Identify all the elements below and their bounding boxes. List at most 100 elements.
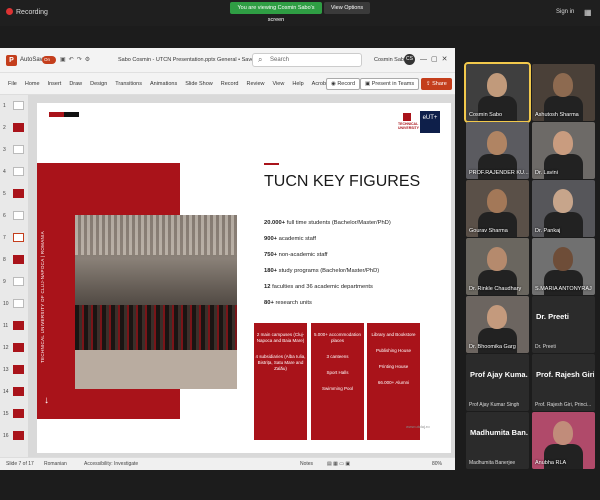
utcn-logo-text: TECHNICAL UNIVERSITY: [398, 122, 420, 130]
down-arrow-icon: ↓: [44, 395, 49, 406]
slide-red-bar: [49, 112, 64, 117]
slide-thumbnail[interactable]: 13: [3, 365, 25, 376]
info-box-line: 5.000+ accommodation places: [314, 332, 361, 343]
participant-display-name: Prof Ajay Kuma...: [470, 370, 528, 379]
menu-item[interactable]: Home: [25, 81, 40, 87]
slide-thumbnail[interactable]: 9: [3, 277, 25, 288]
menu-item[interactable]: Slide Show: [185, 81, 213, 87]
participant-tile[interactable]: Madhumita Ban... Madhumita Banerjee: [466, 412, 529, 469]
view-options-button[interactable]: View Options: [324, 2, 370, 14]
participant-tile[interactable]: Dr. Pankaj: [532, 180, 595, 237]
graduation-photo: [75, 215, 237, 389]
user-avatar[interactable]: CS: [404, 54, 415, 65]
thumbnail-preview: [13, 343, 24, 352]
slide-thumbnail[interactable]: 7: [3, 233, 25, 244]
autosave-toggle[interactable]: On: [42, 56, 56, 64]
grid-layout-icon[interactable]: ▦: [584, 8, 592, 17]
slide-thumbnail[interactable]: 5: [3, 189, 25, 200]
participant-tile[interactable]: Cosmin Sabo: [464, 62, 531, 123]
thumbnail-preview: [13, 321, 24, 330]
thumbnail-preview: [13, 409, 24, 418]
status-bar: Slide 7 of 17 Romanian Accessibility: In…: [0, 457, 455, 470]
slide-thumbnail[interactable]: 2: [3, 123, 25, 134]
thumbnail-number: 9: [3, 279, 6, 285]
vertical-university-text: TECHNICAL UNIVERSITY OF CLUJ-NAPOCA | RO…: [40, 231, 45, 363]
participant-display-name: Prof. Rajesh Giri...: [536, 370, 594, 379]
slide-thumbnail[interactable]: 1: [3, 101, 25, 112]
key-figure: 20.000+ full time students (Bachelor/Mas…: [264, 220, 391, 226]
slide-thumbnail[interactable]: 15: [3, 409, 25, 420]
key-figure: 900+ academic staff: [264, 236, 316, 242]
notes-button[interactable]: Notes: [300, 461, 313, 467]
participant-tile[interactable]: Dr. Bhoomika Garg: [466, 296, 529, 353]
view-buttons[interactable]: ▤ ▦ ▭ ▣: [327, 461, 350, 467]
key-figure: 180+ study programs (Bachelor/Master/PhD…: [264, 268, 379, 274]
info-box-line: Publishing House: [375, 348, 412, 353]
search-box[interactable]: ⌕ Search: [252, 53, 362, 67]
participant-tile[interactable]: Dr. Preeti Dr. Preeti: [532, 296, 595, 353]
language-indicator[interactable]: Romanian: [44, 461, 67, 467]
slide-thumbnail[interactable]: 4: [3, 167, 25, 178]
participant-tile[interactable]: Dr. Rinkle Chaudhary: [466, 238, 529, 295]
info-box: 5.000+ accommodation places 3 canteens Spo…: [311, 323, 364, 440]
participant-face: [487, 73, 507, 97]
menu-item[interactable]: Draw: [69, 81, 82, 87]
record-button[interactable]: ◉ Record: [326, 78, 361, 90]
sign-in-link[interactable]: Sign in: [556, 9, 574, 15]
participant-tile[interactable]: Gourav Sharma: [466, 180, 529, 237]
powerpoint-window: P AutoSave On ▣↶↷⚙ Sabo Cosmin - UTCN Pr…: [0, 48, 455, 470]
current-slide[interactable]: TECHNICAL UNIVERSITY eUT+ TECHNICAL UNIV…: [37, 103, 451, 453]
slide-thumbnail[interactable]: 14: [3, 387, 25, 398]
menu-item[interactable]: Help: [292, 81, 303, 87]
participant-tile[interactable]: Prof. Rajesh Giri... Prof. Rajesh Giri, P…: [532, 354, 595, 411]
menu-item[interactable]: Record: [221, 81, 239, 87]
participant-tile[interactable]: S.MARIA ANTONYRAJ: [532, 238, 595, 295]
slide-thumbnail[interactable]: 8: [3, 255, 25, 266]
menu-item[interactable]: View: [273, 81, 285, 87]
thumbnail-number: 5: [3, 191, 6, 197]
participant-name: Gourav Sharma: [469, 228, 508, 234]
slide-thumbnail[interactable]: 6: [3, 211, 25, 222]
powerpoint-logo-icon: P: [6, 55, 17, 66]
participant-name: Prof. Rajesh Giri, Princi...: [535, 402, 592, 408]
present-in-teams-label: Present in Teams: [371, 81, 415, 87]
menu-item[interactable]: Animations: [150, 81, 177, 87]
participant-tile[interactable]: Dr. Lavini: [532, 122, 595, 179]
slide-counter: Slide 7 of 17: [6, 461, 34, 467]
info-box-line: 3 canteens: [326, 354, 349, 359]
thumbnail-number: 13: [3, 367, 9, 373]
document-title: Sabo Cosmin - UTCN Presentation.pptx: [118, 57, 216, 63]
document-name[interactable]: Sabo Cosmin - UTCN Presentation.pptx Gen…: [118, 57, 257, 63]
participant-name: Ashutosh Sharma: [535, 112, 579, 118]
share-button[interactable]: ⇪ Share: [421, 78, 452, 90]
key-figure-text: research units: [273, 300, 312, 306]
quick-access-icons[interactable]: ▣↶↷⚙: [60, 56, 93, 63]
thumbnail-number: 14: [3, 389, 9, 395]
user-name[interactable]: Cosmin Sabo: [374, 57, 407, 63]
thumbnail-preview: [13, 233, 24, 242]
zoom-level[interactable]: 80%: [432, 461, 442, 467]
participant-tile[interactable]: Prof Ajay Kuma... Prof Ajay Kumar Singh: [466, 354, 529, 411]
accessibility-indicator[interactable]: Accessibility: Investigate: [84, 461, 138, 467]
window-controls[interactable]: —▢✕: [420, 55, 451, 63]
slide-thumbnail[interactable]: 11: [3, 321, 25, 332]
thumbnail-number: 11: [3, 323, 9, 329]
slide-thumbnail[interactable]: 16: [3, 431, 25, 442]
menu-item[interactable]: Insert: [48, 81, 62, 87]
menu-item[interactable]: Transitions: [115, 81, 142, 87]
present-in-teams-button[interactable]: ▣ Present in Teams: [360, 78, 420, 90]
menu-item[interactable]: Review: [246, 81, 264, 87]
participant-name: Dr. Rinkle Chaudhary: [469, 286, 522, 292]
slide-thumbnail[interactable]: 12: [3, 343, 25, 354]
participant-tile[interactable]: Anubha RLA: [532, 412, 595, 469]
participant-name: Dr. Bhoomika Garg: [469, 344, 516, 350]
slide-thumbnail[interactable]: 3: [3, 145, 25, 156]
participant-tile[interactable]: PROF.RAJENDER KU...: [466, 122, 529, 179]
menu-item[interactable]: File: [8, 81, 17, 87]
menu-item[interactable]: Design: [90, 81, 107, 87]
thumbnail-preview: [13, 277, 24, 286]
participant-face: [487, 247, 507, 271]
slide-thumbnail[interactable]: 10: [3, 299, 25, 310]
photo-ceiling: [75, 215, 237, 255]
participant-tile[interactable]: Ashutosh Sharma: [532, 64, 595, 121]
